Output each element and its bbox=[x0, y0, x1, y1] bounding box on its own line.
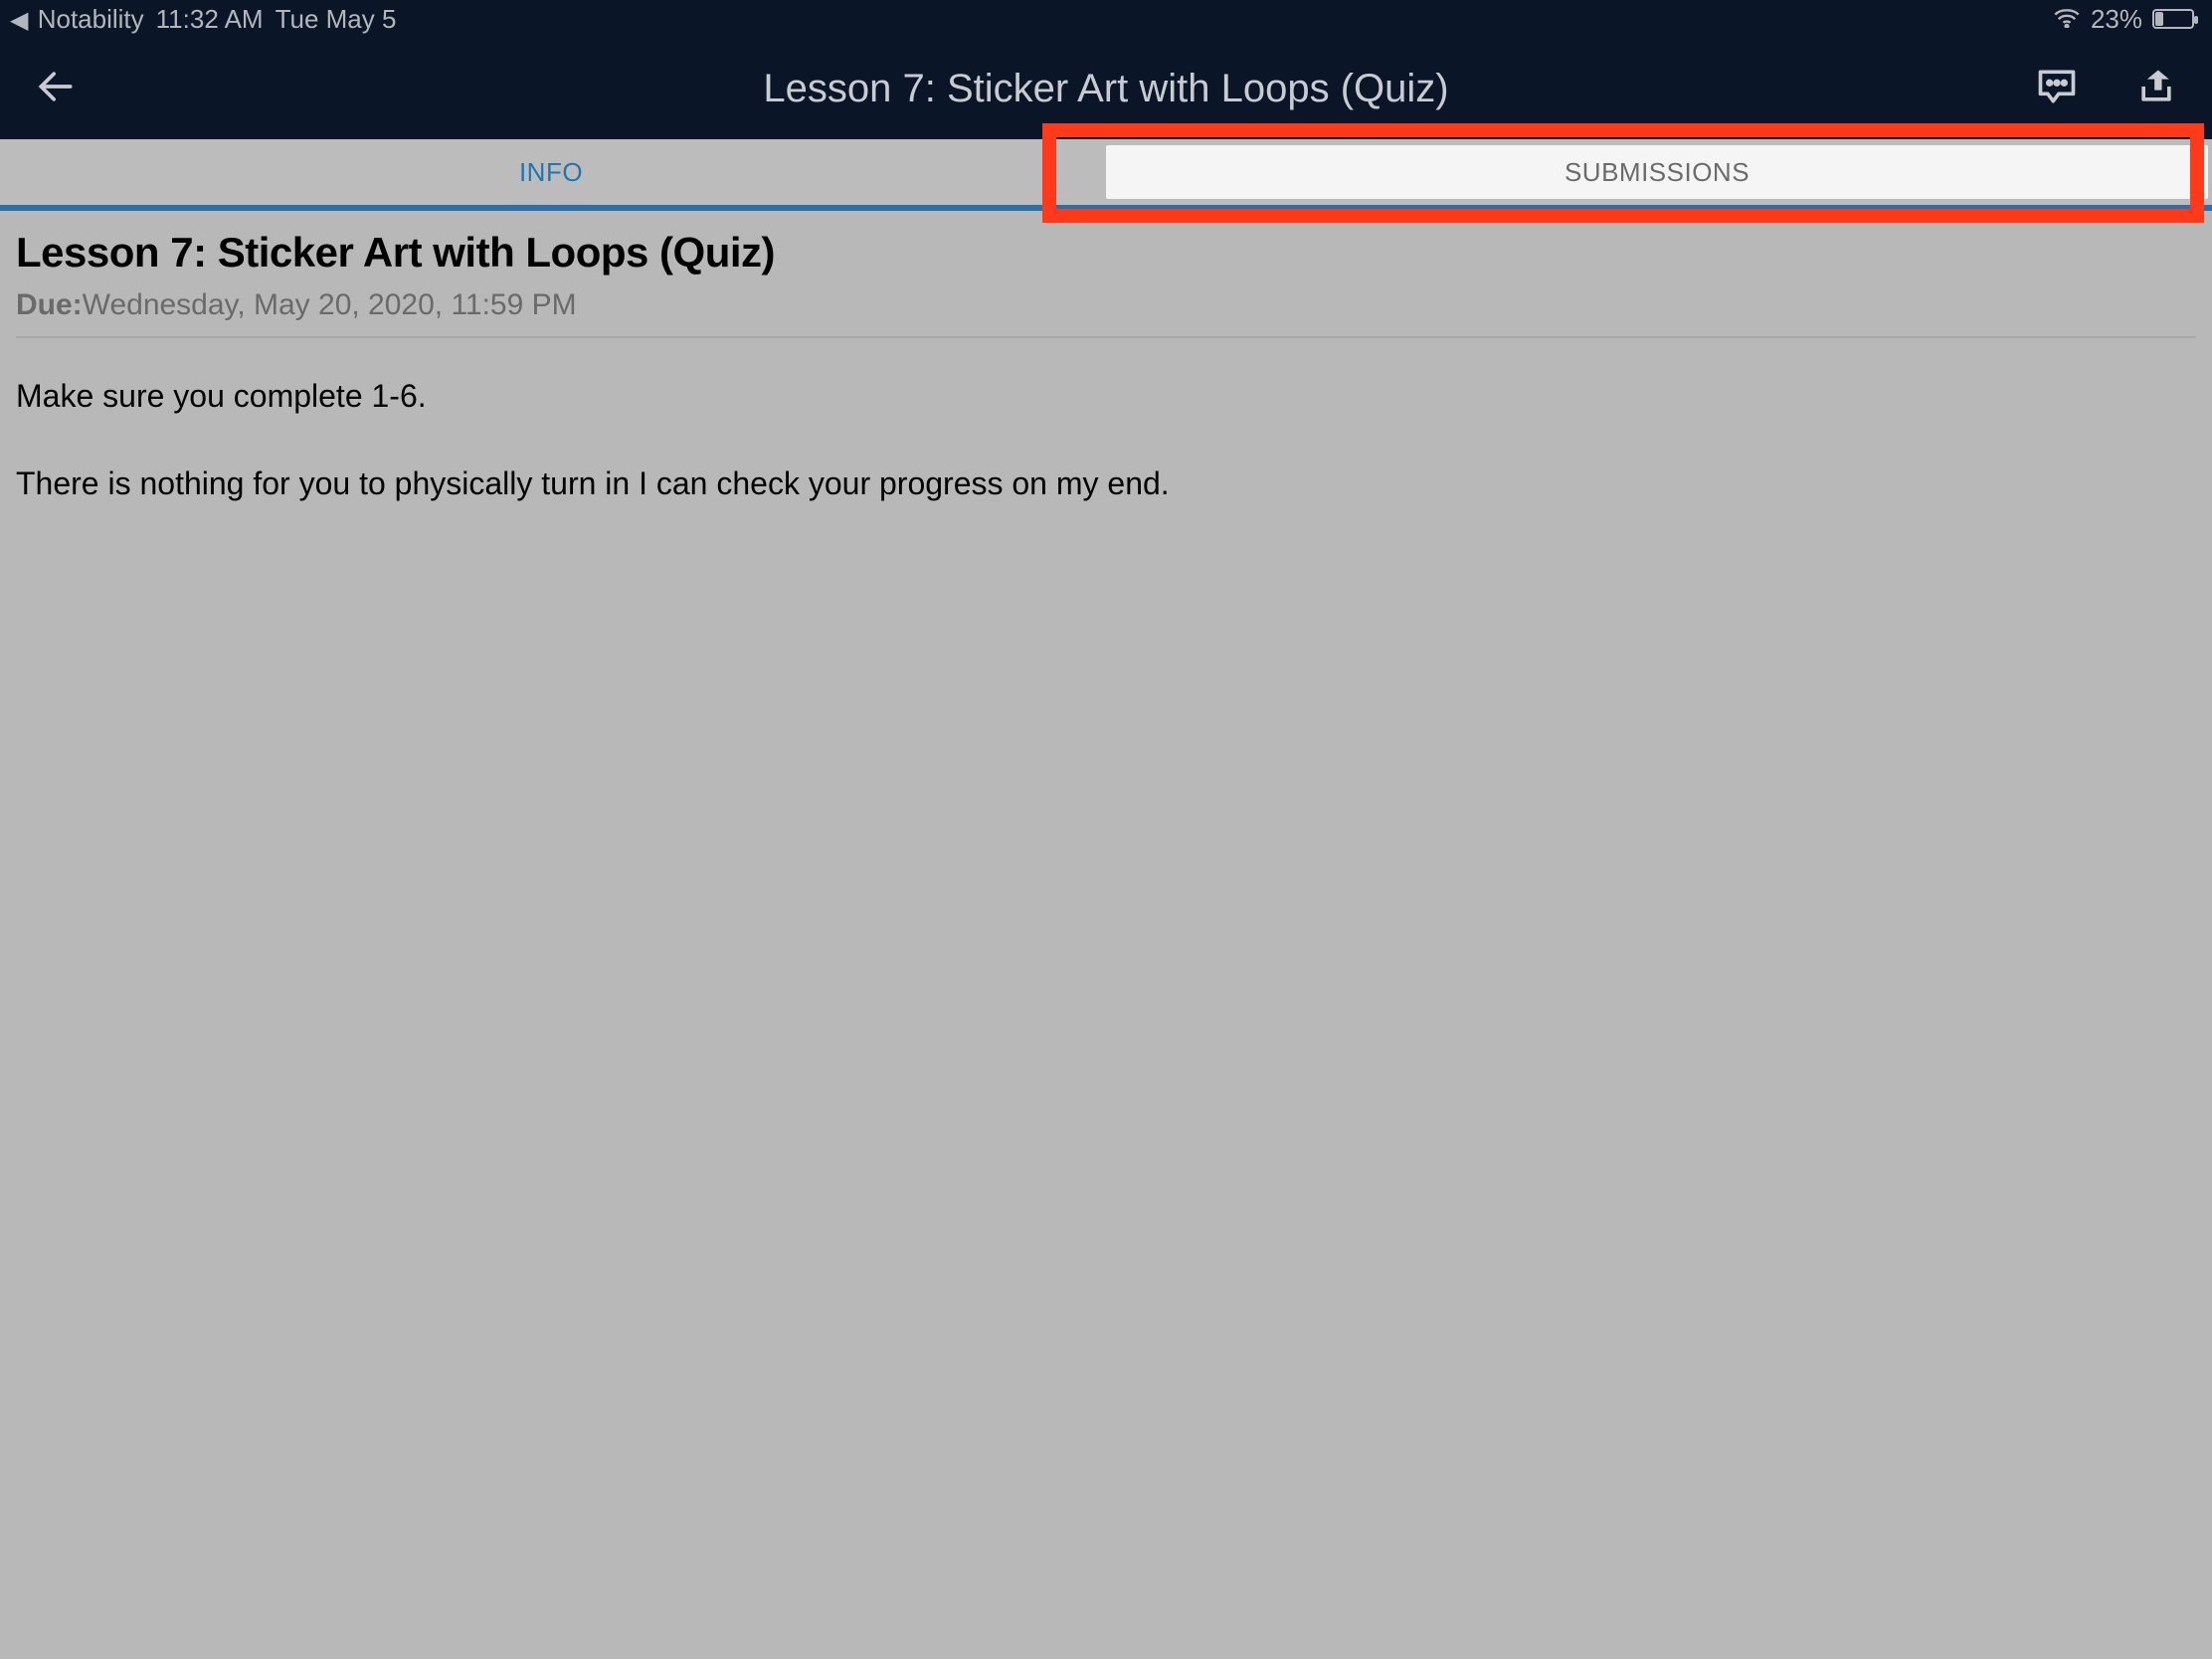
status-time: 11:32 AM bbox=[156, 4, 264, 35]
nav-bar: Lesson 7: Sticker Art with Loops (Quiz) bbox=[0, 38, 2212, 139]
due-label: Due: bbox=[16, 288, 83, 321]
wifi-icon bbox=[2053, 4, 2081, 35]
due-line: Due:Wednesday, May 20, 2020, 11:59 PM bbox=[16, 288, 2196, 322]
status-date: Tue May 5 bbox=[276, 4, 397, 35]
tab-bar: INFO SUBMISSIONS bbox=[0, 139, 2212, 211]
tab-info[interactable]: INFO bbox=[0, 139, 1102, 205]
status-right: 23% bbox=[2053, 4, 2194, 35]
paragraph-1: Make sure you complete 1-6. bbox=[16, 372, 2196, 420]
chevron-left-icon: ◀ bbox=[10, 7, 28, 34]
share-button[interactable] bbox=[2134, 65, 2178, 113]
tab-submissions[interactable]: SUBMISSIONS bbox=[1106, 145, 2208, 199]
back-app-label: Notability bbox=[38, 4, 144, 34]
divider bbox=[16, 336, 2196, 338]
page-title: Lesson 7: Sticker Art with Loops (Quiz) bbox=[763, 67, 1448, 111]
battery-percent: 23% bbox=[2091, 4, 2142, 35]
due-value: Wednesday, May 20, 2020, 11:59 PM bbox=[83, 288, 577, 321]
comment-button[interactable] bbox=[2035, 65, 2079, 113]
back-button[interactable] bbox=[34, 65, 78, 113]
body-text: Make sure you complete 1-6. There is not… bbox=[16, 372, 2196, 507]
back-to-app[interactable]: ◀ Notability bbox=[10, 4, 144, 35]
status-bar: ◀ Notability 11:32 AM Tue May 5 23% bbox=[0, 0, 2212, 38]
battery-icon bbox=[2152, 9, 2194, 29]
status-left: ◀ Notability 11:32 AM Tue May 5 bbox=[10, 4, 396, 35]
content-area: Lesson 7: Sticker Art with Loops (Quiz) … bbox=[0, 211, 2212, 565]
paragraph-2: There is nothing for you to physically t… bbox=[16, 460, 2196, 507]
tab-info-label: INFO bbox=[519, 157, 583, 188]
lesson-title: Lesson 7: Sticker Art with Loops (Quiz) bbox=[16, 229, 2196, 276]
tab-submissions-label: SUBMISSIONS bbox=[1565, 157, 1750, 188]
